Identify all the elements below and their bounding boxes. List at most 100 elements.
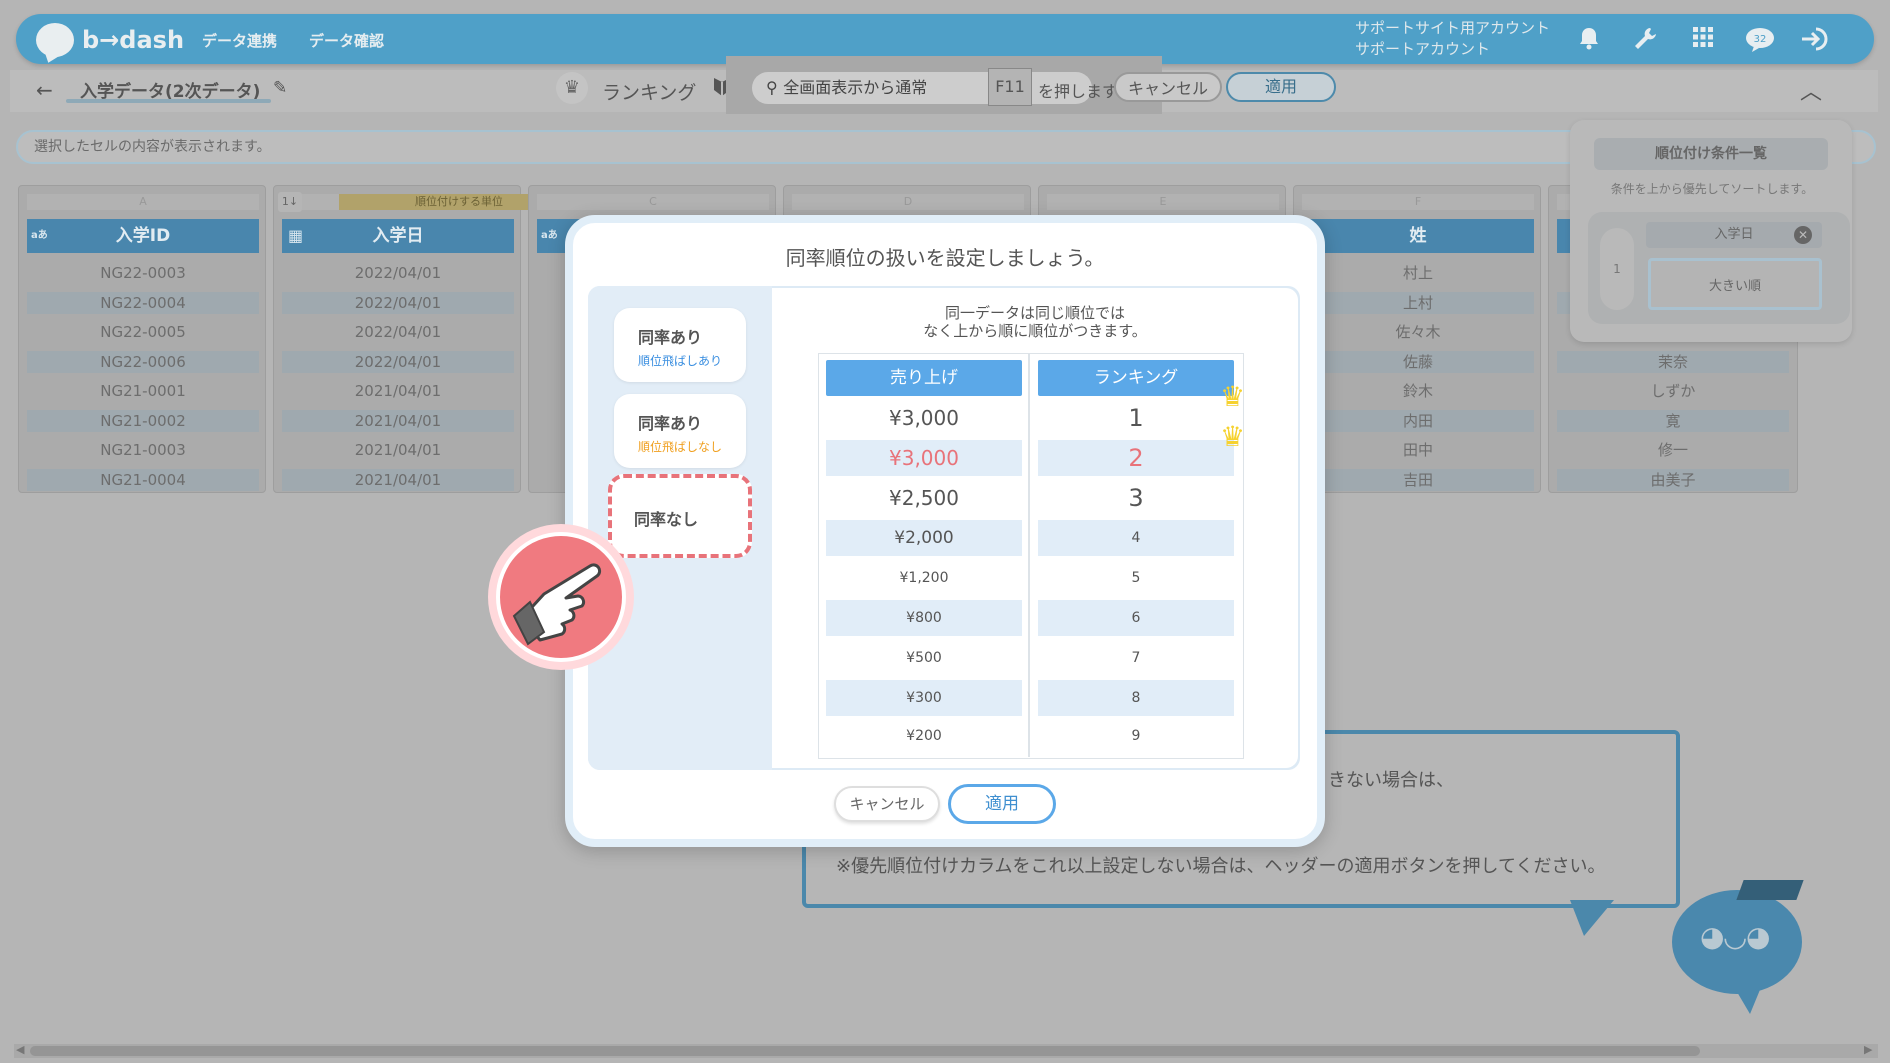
grid-cell[interactable]: 2022/04/01: [282, 291, 514, 314]
description-line1: 同一データは同じ順位では: [944, 304, 1125, 322]
grid-cell[interactable]: 村上: [1302, 262, 1534, 284]
fullscreen-hint-text: 全画面表示から通常: [783, 78, 928, 97]
option-tie-with-skip[interactable]: 同率あり 順位飛ばしあり: [614, 308, 746, 382]
modal-apply-button[interactable]: 適用: [948, 784, 1056, 824]
scroll-right-icon[interactable]: ▶: [1864, 1043, 1872, 1056]
option-no-tie[interactable]: 同率なし: [608, 474, 752, 558]
grid-cell[interactable]: 2021/04/01: [282, 468, 514, 491]
grid-cell[interactable]: 寛: [1557, 409, 1789, 432]
rank-cell: 3: [1128, 484, 1144, 512]
nav-data-link[interactable]: データ連携: [202, 30, 277, 51]
column-letter[interactable]: F: [1302, 194, 1534, 210]
apps-grid-icon[interactable]: [1688, 26, 1718, 54]
rank-cell: 4: [1038, 520, 1234, 556]
scrollbar-thumb[interactable]: [30, 1046, 1700, 1056]
logout-icon[interactable]: [1800, 26, 1830, 54]
grid-cell[interactable]: 茉奈: [1557, 350, 1789, 373]
rank-cell: 9: [1131, 728, 1141, 744]
account-line2: サポートアカウント: [1355, 40, 1491, 58]
grid-column[interactable]: F 姓村上上村佐々木佐藤鈴木内田田中吉田: [1293, 185, 1541, 493]
grid-cell[interactable]: NG21-0002: [27, 409, 259, 432]
header-apply-button[interactable]: 適用: [1226, 72, 1336, 102]
grid-cell[interactable]: 2021/04/01: [282, 380, 514, 402]
grid-cell[interactable]: しずか: [1557, 380, 1789, 402]
column-letter[interactable]: D: [792, 194, 1024, 210]
grid-cell[interactable]: NG22-0004: [27, 291, 259, 314]
back-arrow-icon[interactable]: ←: [36, 78, 53, 102]
sales-cell: ¥300: [826, 680, 1022, 716]
grid-cell[interactable]: 佐々木: [1302, 321, 1534, 343]
rank-cell: 6: [1038, 600, 1234, 636]
account-info[interactable]: サポートサイト用アカウント サポートアカウント: [1355, 18, 1550, 60]
grid-cell[interactable]: NG21-0004: [27, 468, 259, 491]
grid-cell[interactable]: 内田: [1302, 409, 1534, 432]
rank-cell: 8: [1038, 680, 1234, 716]
brand-logo[interactable]: b→dash: [36, 22, 184, 58]
condition-priority[interactable]: 1: [1600, 228, 1634, 310]
bell-icon[interactable]: [1574, 26, 1604, 54]
option-tie-no-skip[interactable]: 同率あり 順位飛ばしなし: [614, 394, 746, 468]
title-underline: [66, 99, 271, 103]
grid-cell[interactable]: 上村: [1302, 291, 1534, 314]
pencil-icon[interactable]: ✎: [273, 78, 287, 98]
scroll-left-icon[interactable]: ◀: [16, 1043, 24, 1056]
grid-column[interactable]: B順位付けする単位1↓入学日▦2022/04/012022/04/012022/…: [273, 185, 579, 493]
crown-icon: ♛: [556, 72, 588, 104]
grid-cell[interactable]: 鈴木: [1302, 380, 1534, 402]
conditions-title: 順位付け条件一覧: [1594, 138, 1828, 170]
column-header[interactable]: 入学日 ▦: [282, 219, 514, 253]
search-icon: ⚲: [766, 78, 784, 97]
remove-condition-icon[interactable]: ✕: [1794, 226, 1812, 244]
text-type-icon: aあ: [31, 230, 48, 241]
hand-pointer-icon: [496, 532, 626, 662]
conditions-subtitle: 条件を上から優先してソートします。: [1610, 182, 1814, 196]
modal-title: 同率順位の扱いを設定しましょう。: [785, 246, 1105, 270]
rank-cell: 1: [1128, 404, 1144, 432]
grid-cell[interactable]: 由美子: [1557, 468, 1789, 491]
column-letter[interactable]: E: [1047, 194, 1279, 210]
wrench-icon[interactable]: [1630, 26, 1660, 54]
grid-cell[interactable]: NG22-0003: [27, 262, 259, 284]
mascot-tail: [1730, 980, 1764, 1014]
option-description: 同一データは同じ順位では なく上から順に順位がつきます。: [772, 304, 1298, 340]
grid-cell[interactable]: NG22-0005: [27, 321, 259, 343]
modal-cancel-button[interactable]: キャンセル: [834, 786, 940, 822]
rank-cell: 7: [1131, 650, 1141, 666]
option-sublabel: 順位飛ばしなし: [638, 440, 723, 454]
option-label: 同率あり: [638, 328, 703, 347]
column-letter[interactable]: C: [537, 194, 769, 210]
crown-icon: ♛: [1220, 420, 1246, 453]
ranking-header: ランキング: [1038, 360, 1234, 396]
text-type-icon: aあ: [541, 230, 558, 241]
grid-column[interactable]: A 入学ID aあ NG22-0003 NG22-0004 NG22-0005 NG22-0…: [18, 185, 266, 493]
grid-cell[interactable]: NG21-0001: [27, 380, 259, 402]
column-header[interactable]: 姓: [1302, 219, 1534, 253]
header-cancel-button[interactable]: キャンセル: [1114, 72, 1222, 102]
nav-data-check[interactable]: データ確認: [309, 30, 384, 51]
grid-cell[interactable]: 田中: [1302, 439, 1534, 461]
grid-cell[interactable]: 吉田: [1302, 468, 1534, 491]
logo-icon: [36, 23, 74, 57]
graduation-cap-icon: [1736, 880, 1804, 900]
calendar-icon: ▦: [288, 226, 304, 245]
grid-cell[interactable]: 2022/04/01: [282, 350, 514, 373]
option-label: 同率なし: [634, 510, 699, 529]
grid-cell[interactable]: NG22-0006: [27, 350, 259, 373]
grid-cell[interactable]: 2021/04/01: [282, 439, 514, 461]
f11-suffix: を押します: [1038, 82, 1119, 101]
sales-cell: ¥200: [906, 728, 942, 744]
grid-cell[interactable]: 2022/04/01: [282, 321, 514, 343]
chevron-up-icon[interactable]: ︿: [1800, 74, 1822, 106]
grid-cell[interactable]: 2022/04/01: [282, 262, 514, 284]
column-letter[interactable]: A: [27, 194, 259, 210]
grid-cell[interactable]: 2021/04/01: [282, 409, 514, 432]
sales-cell: ¥2,000: [826, 520, 1022, 556]
sales-cell: ¥3,000: [889, 406, 959, 430]
sales-header: 売り上げ: [826, 360, 1022, 396]
notification-brain-icon[interactable]: 32: [1742, 26, 1778, 54]
grid-cell[interactable]: NG21-0003: [27, 439, 259, 461]
column-header[interactable]: 入学ID aあ: [27, 219, 259, 253]
condition-sort-order[interactable]: 大きい順: [1648, 258, 1822, 310]
grid-cell[interactable]: 修一: [1557, 439, 1789, 461]
grid-cell[interactable]: 佐藤: [1302, 350, 1534, 373]
